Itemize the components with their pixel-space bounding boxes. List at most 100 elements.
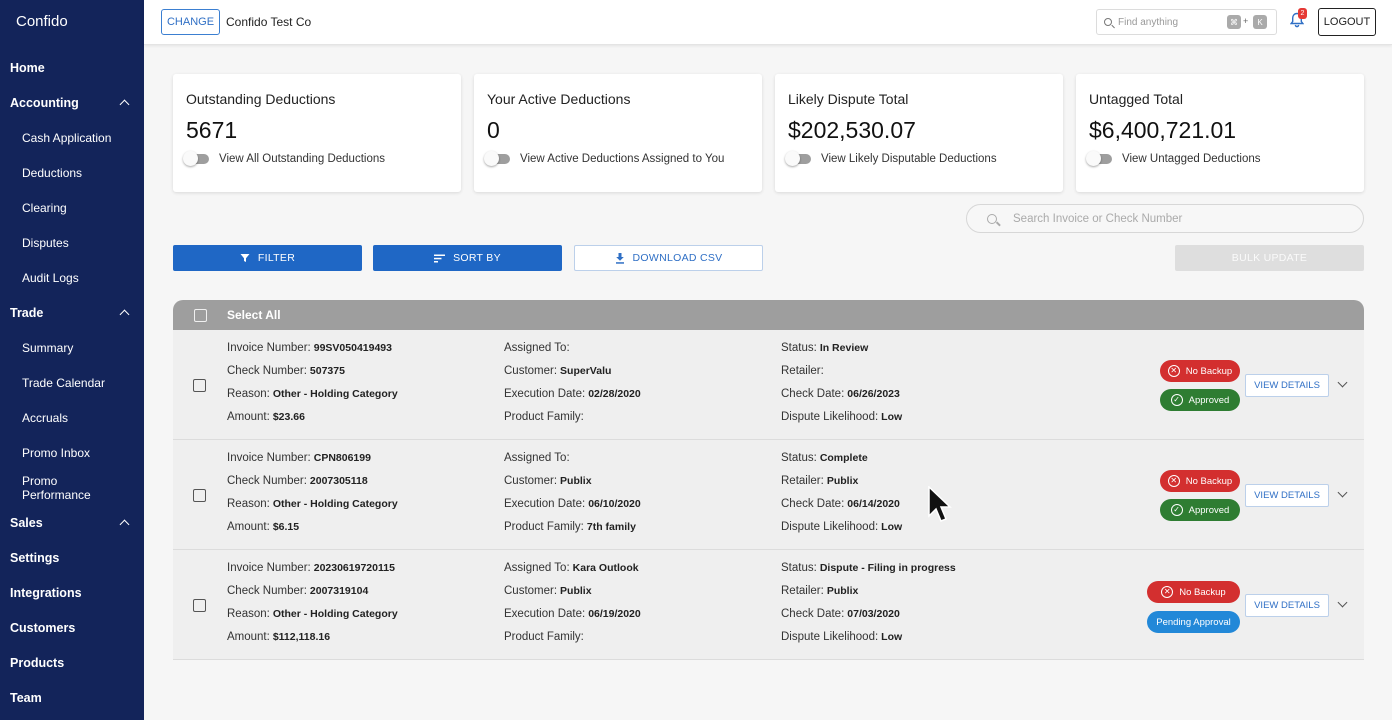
sidebar-item-deductions[interactable]: Deductions: [0, 155, 144, 190]
sidebar-item-sales[interactable]: Sales: [0, 505, 144, 540]
sidebar-item-integrations[interactable]: Integrations: [0, 575, 144, 610]
table-row[interactable]: Invoice Number: CPN806199 Check Number: 200…: [173, 440, 1364, 550]
sidebar-item-clearing[interactable]: Clearing: [0, 190, 144, 225]
view-details-button[interactable]: VIEW DETAILS: [1245, 594, 1329, 617]
field-value: $23.66: [272, 411, 305, 423]
view-details-button[interactable]: VIEW DETAILS: [1245, 374, 1329, 397]
row-checkbox[interactable]: [193, 599, 206, 612]
sidebar-item-customers[interactable]: Customers: [0, 610, 144, 645]
toggle-switch[interactable]: [1086, 151, 1112, 166]
stat-toggle[interactable]: View Likely Disputable Deductions: [785, 151, 997, 166]
field-label: Status:: [781, 342, 817, 354]
field-retailer: Retailer: Publix: [781, 584, 956, 607]
field-family: Product Family: 7th family: [504, 520, 641, 543]
badge-label: No Backup: [1185, 475, 1233, 487]
toggle-switch[interactable]: [183, 151, 209, 166]
field-family: Product Family:: [504, 630, 641, 653]
table-row[interactable]: Invoice Number: 20230619720115 Check Numbe…: [173, 550, 1364, 660]
chevron-down-icon[interactable]: [1337, 487, 1348, 498]
field-label: Assigned To:: [504, 342, 570, 354]
sidebar-item-label: Integrations: [10, 585, 82, 600]
field-label: Check Number:: [227, 475, 307, 487]
field-status: Status: Complete: [781, 451, 902, 474]
sidebar-item-home[interactable]: Home: [0, 50, 144, 85]
stat-toggle[interactable]: View Untagged Deductions: [1086, 151, 1261, 166]
sidebar-item-label: Cash Application: [22, 130, 112, 145]
row-checkbox[interactable]: [193, 489, 206, 502]
field-label: Product Family:: [504, 521, 584, 533]
logout-button[interactable]: LOGOUT: [1318, 8, 1376, 36]
sidebar-item-audit-logs[interactable]: Audit Logs: [0, 260, 144, 295]
sort-by-button[interactable]: SORT BY: [373, 245, 562, 271]
field-likelihood: Dispute Likelihood: Low: [781, 630, 956, 653]
find-anything-input[interactable]: Find anything ⌘ + K: [1096, 9, 1277, 35]
sidebar-item-disputes[interactable]: Disputes: [0, 225, 144, 260]
select-all-checkbox[interactable]: [194, 308, 207, 322]
deductions-list: Invoice Number: 99SV050419493 Check Number…: [173, 330, 1364, 660]
toggle-switch[interactable]: [785, 151, 811, 166]
company-name: Confido Test Co: [226, 15, 312, 29]
field-label: Product Family:: [504, 631, 584, 643]
invoice-search-input[interactable]: Search Invoice or Check Number: [966, 204, 1364, 233]
sidebar-nav: Home Accounting Cash Application Deductions…: [0, 50, 144, 715]
field-check_date: Check Date: 06/14/2020: [781, 497, 902, 520]
field-value: 06/14/2020: [847, 498, 900, 510]
stat-toggle[interactable]: View All Outstanding Deductions: [183, 151, 385, 166]
field-value: 06/10/2020: [588, 498, 641, 510]
field-value: $6.15: [272, 521, 300, 533]
field-value: $112,118.16: [272, 631, 331, 643]
sidebar-item-settings[interactable]: Settings: [0, 540, 144, 575]
sidebar-item-promo-inbox[interactable]: Promo Inbox: [0, 435, 144, 470]
bulk-update-button: BULK UPDATE: [1175, 245, 1364, 271]
sidebar-item-label: Settings: [10, 550, 60, 565]
chevron-down-icon[interactable]: [1337, 377, 1348, 388]
sidebar-item-trade-calendar[interactable]: Trade Calendar: [0, 365, 144, 400]
table-row[interactable]: Invoice Number: 99SV050419493 Check Number…: [173, 330, 1364, 440]
filter-button[interactable]: FILTER: [173, 245, 362, 271]
row-column: Status: Complete Retailer: Publix Check Date…: [781, 451, 902, 543]
chevron-up-icon[interactable]: [119, 99, 130, 110]
invoice-search-placeholder: Search Invoice or Check Number: [1013, 212, 1183, 225]
download-csv-button[interactable]: DOWNLOAD CSV: [574, 245, 763, 271]
download-icon: [615, 252, 624, 264]
row-checkbox[interactable]: [193, 379, 206, 392]
sidebar-item-label: Deductions: [22, 165, 83, 180]
sidebar-item-cash-application[interactable]: Cash Application: [0, 120, 144, 155]
view-details-button[interactable]: VIEW DETAILS: [1245, 484, 1329, 507]
field-label: Customer:: [504, 475, 558, 487]
field-check: Check Number: 2007305118: [227, 474, 398, 497]
field-value: Low: [881, 521, 903, 533]
field-label: Check Date:: [781, 388, 845, 400]
row-column: Status: In Review Retailer: Check Date: 06/2…: [781, 341, 902, 433]
field-check_date: Check Date: 06/26/2023: [781, 387, 902, 410]
sidebar-item-products[interactable]: Products: [0, 645, 144, 680]
stat-toggle[interactable]: View Active Deductions Assigned to You: [484, 151, 724, 166]
stat-toggle-label: View Untagged Deductions: [1122, 153, 1261, 165]
field-label: Reason:: [227, 608, 270, 620]
sidebar-item-accounting[interactable]: Accounting: [0, 85, 144, 120]
field-invoice: Invoice Number: 20230619720115: [227, 561, 398, 584]
sidebar-item-team[interactable]: Team: [0, 680, 144, 715]
brand-logo[interactable]: Confido: [16, 13, 68, 30]
chevron-up-icon[interactable]: [119, 309, 130, 320]
sort-icon: [434, 254, 446, 262]
field-assigned: Assigned To:: [504, 451, 641, 474]
row-column: Assigned To: Customer: SuperValu Execution …: [504, 341, 641, 433]
field-value: Low: [881, 631, 903, 643]
sidebar-item-summary[interactable]: Summary: [0, 330, 144, 365]
close-circle-icon: ✕: [1167, 475, 1180, 487]
toggle-switch[interactable]: [484, 151, 510, 166]
sidebar-item-accruals[interactable]: Accruals: [0, 400, 144, 435]
field-execution: Execution Date: 06/10/2020: [504, 497, 641, 520]
field-invoice: Invoice Number: CPN806199: [227, 451, 398, 474]
stat-value: 0: [487, 117, 500, 143]
no-backup-badge: ✕ No Backup: [1160, 360, 1240, 382]
sidebar-item-promo-performance[interactable]: Promo Performance: [0, 470, 144, 505]
stat-title: Likely Dispute Total: [788, 91, 909, 107]
approval-badge: ✓ Approved: [1160, 499, 1240, 521]
chevron-down-icon[interactable]: [1337, 597, 1348, 608]
change-company-button[interactable]: CHANGE: [161, 9, 220, 35]
field-value: 06/26/2023: [847, 388, 900, 400]
sidebar-item-trade[interactable]: Trade: [0, 295, 144, 330]
chevron-up-icon[interactable]: [119, 519, 130, 530]
